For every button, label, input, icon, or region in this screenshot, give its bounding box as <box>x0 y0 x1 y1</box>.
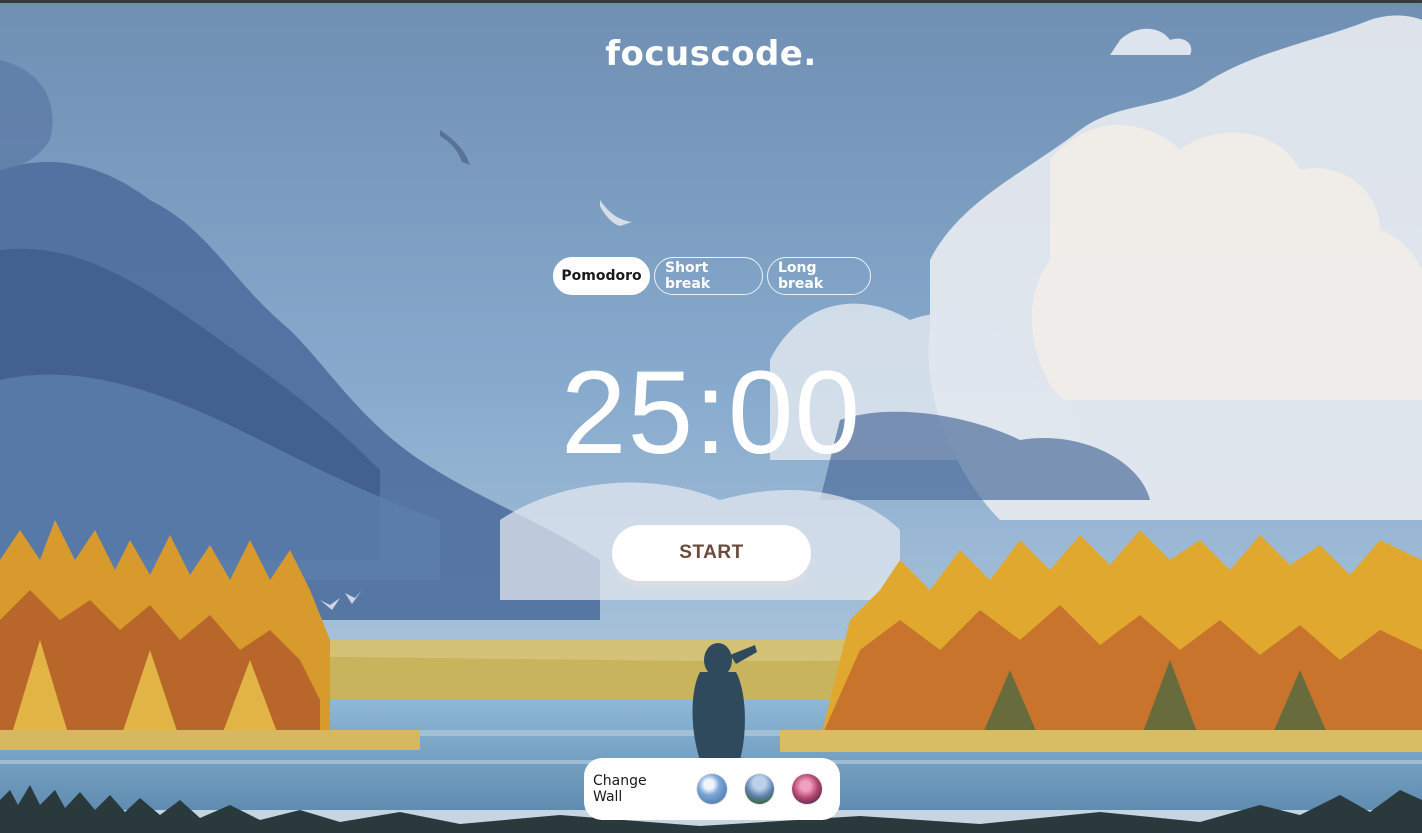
app-stage: focuscode. Pomodoro Short break Long bre… <box>0 0 1422 833</box>
tab-long-break[interactable]: Long break <box>767 257 871 295</box>
app-logo[interactable]: focuscode. <box>0 34 1422 74</box>
top-border <box>0 0 1422 3</box>
timer-display: 25:00 <box>560 347 862 479</box>
tab-pomodoro[interactable]: Pomodoro <box>553 257 650 295</box>
wallpaper-option-3[interactable] <box>792 774 822 804</box>
wallpaper-option-2[interactable] <box>744 774 775 804</box>
change-wall-label: Change Wall <box>593 773 647 805</box>
wallpaper-option-1[interactable] <box>697 774 727 804</box>
mode-tabs: Pomodoro Short break Long break <box>553 257 871 295</box>
start-button[interactable]: START <box>612 525 811 581</box>
wallpaper-picker: Change Wall <box>584 758 840 820</box>
tab-short-break[interactable]: Short break <box>654 257 763 295</box>
